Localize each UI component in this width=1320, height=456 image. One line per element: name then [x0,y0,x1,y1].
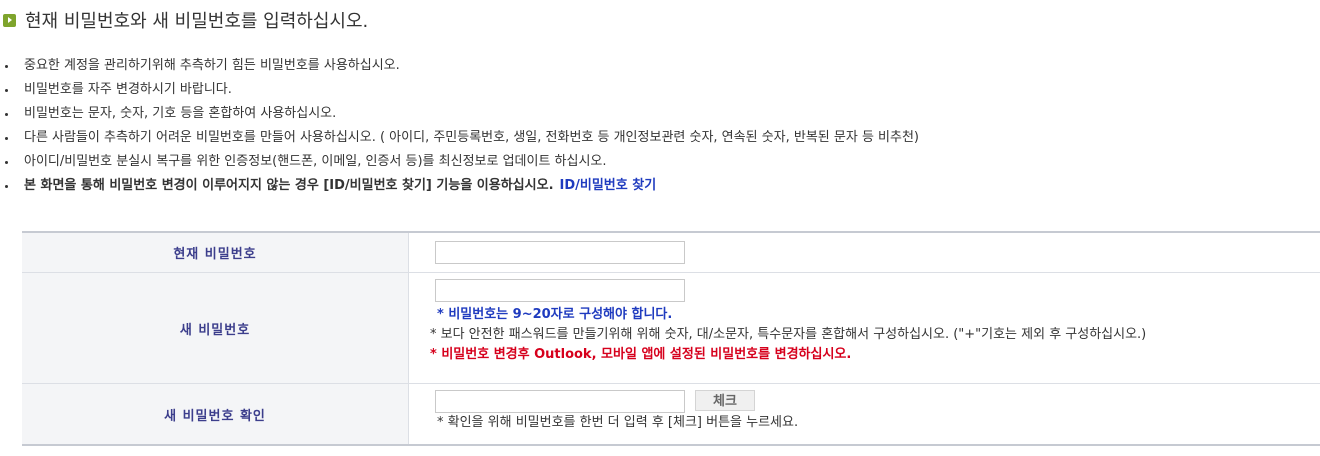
new-password-cell: * 비밀번호는 9~20자로 구성해야 합니다. * 보다 안전한 패스워드를 … [408,272,1320,384]
confirm-password-cell: 체크 * 확인을 위해 비밀번호를 한번 더 입력 후 [체크] 버튼을 누르세… [408,383,1320,446]
guide-item: 아이디/비밀번호 분실시 복구를 위한 인증정보(핸드폰, 이메일, 인증서 등… [0,150,919,174]
find-id-password-link[interactable]: ID/비밀번호 찾기 [560,178,657,193]
check-button[interactable]: 체크 [695,390,755,411]
confirm-password-label: 새 비밀번호 확인 [22,383,409,446]
current-password-row: 현재 비밀번호 [22,232,1320,273]
page-header: 현재 비밀번호와 새 비밀번호를 입력하십시오. [3,8,368,32]
confirm-password-input[interactable] [435,390,685,413]
guide-item: 비밀번호를 자주 변경하시기 바랍니다. [0,78,919,102]
current-password-label: 현재 비밀번호 [22,232,409,273]
password-complexity-note: * 보다 안전한 패스워드를 만들기위해 위해 숫자, 대/소문자, 특수문자를… [430,327,1147,342]
guide-item-find-id: 본 화면을 통해 비밀번호 변경이 이루어지지 않는 경우 [ID/비밀번호 찾… [0,174,919,198]
password-change-form: 현재 비밀번호 새 비밀번호 * 비밀번호는 9~20자로 구성해야 합니다. … [22,231,1320,446]
password-length-note: * 비밀번호는 9~20자로 구성해야 합니다. [437,307,673,322]
page-title: 현재 비밀번호와 새 비밀번호를 입력하십시오. [25,11,369,32]
current-password-cell [408,232,1320,273]
confirm-password-row: 새 비밀번호 확인 체크 * 확인을 위해 비밀번호를 한번 더 입력 후 [체… [22,383,1320,446]
new-password-label: 새 비밀번호 [22,272,409,384]
guide-item: 다른 사람들이 추측하기 어려운 비밀번호를 만들어 사용하십시오. ( 아이디… [0,126,919,150]
guide-item-find-id-text: 본 화면을 통해 비밀번호 변경이 이루어지지 않는 경우 [ID/비밀번호 찾… [24,178,554,193]
new-password-row: 새 비밀번호 * 비밀번호는 9~20자로 구성해야 합니다. * 보다 안전한… [22,272,1320,384]
password-update-warning: * 비밀번호 변경후 Outlook, 모바일 앱에 설정된 비밀번호를 변경하… [430,347,852,362]
new-password-input[interactable] [435,279,685,302]
confirm-password-note: * 확인을 위해 비밀번호를 한번 더 입력 후 [체크] 버튼을 누르세요. [437,415,799,430]
current-password-input[interactable] [435,241,685,264]
guide-item: 중요한 계정을 관리하기위해 추측하기 힘든 비밀번호를 사용하십시오. [0,54,919,78]
arrow-bullet-icon [3,13,16,27]
guide-item: 비밀번호는 문자, 숫자, 기호 등을 혼합하여 사용하십시오. [0,102,919,126]
password-guide-list: 중요한 계정을 관리하기위해 추측하기 힘든 비밀번호를 사용하십시오. 비밀번… [0,54,919,198]
